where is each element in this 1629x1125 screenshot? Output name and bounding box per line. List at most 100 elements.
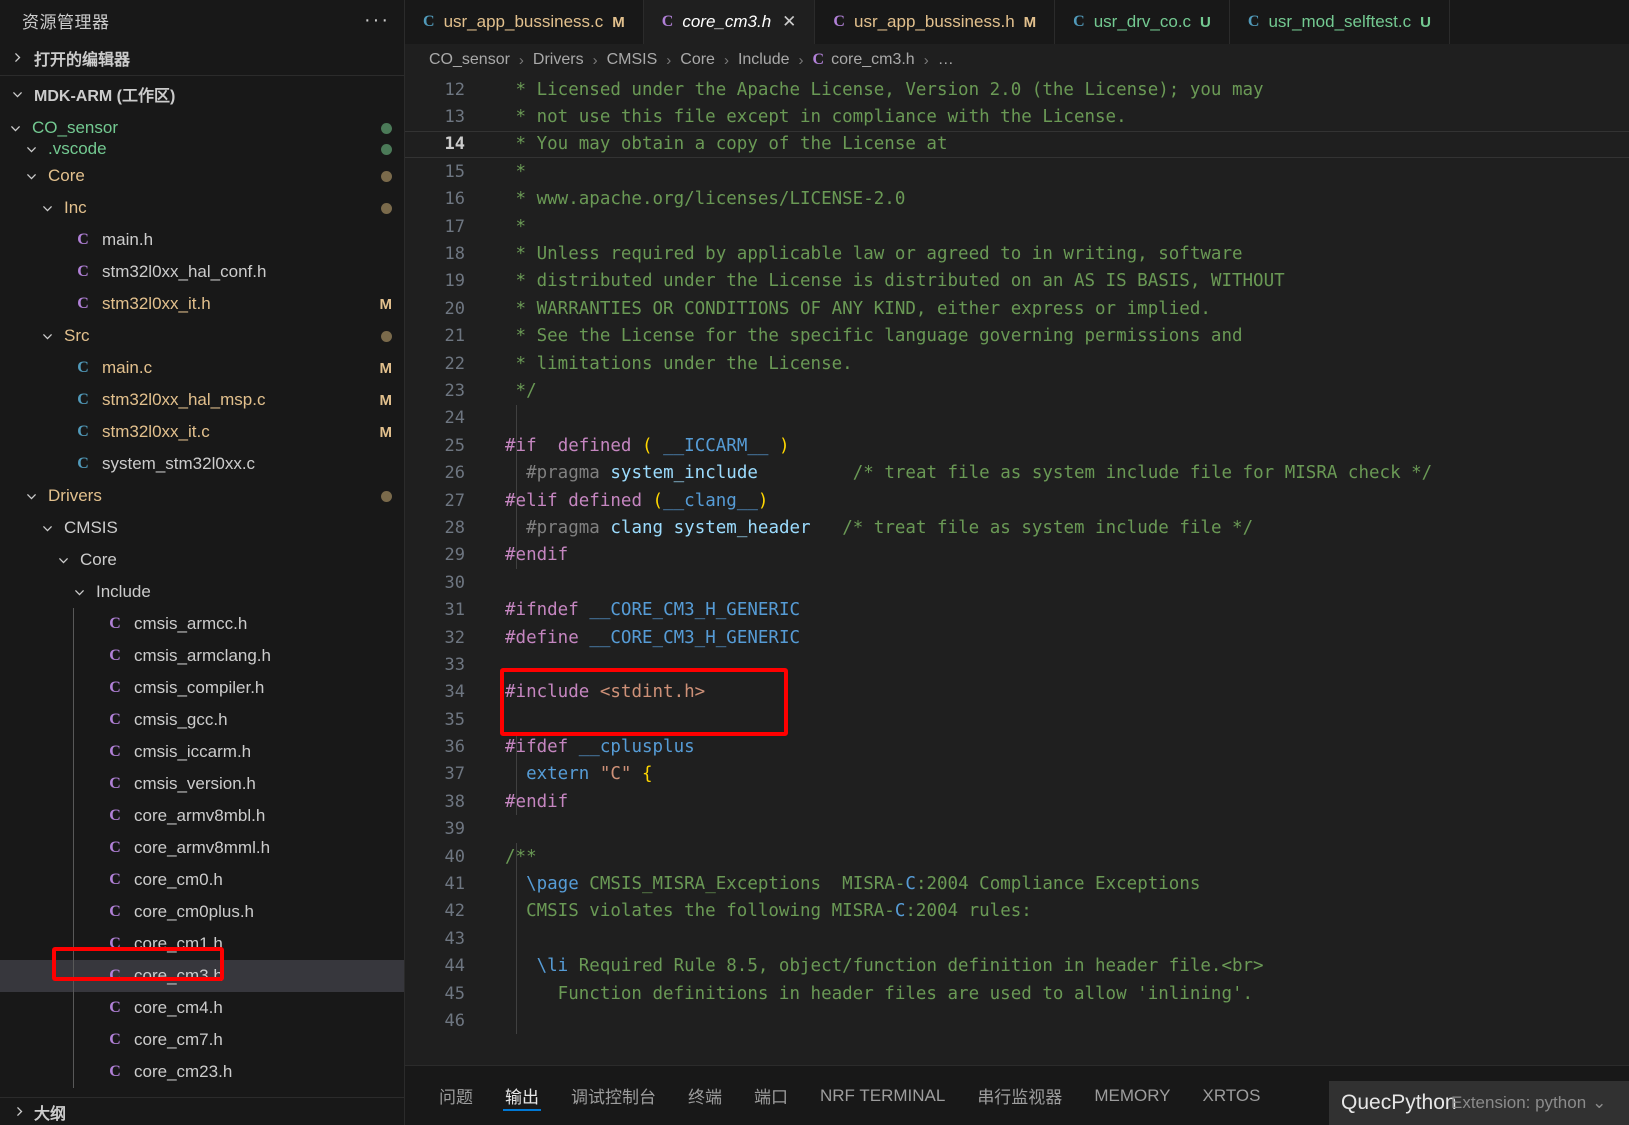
outline-section[interactable]: 大纲 [0, 1097, 404, 1125]
file-tree[interactable]: CO_sensor .vscode Core Inc Cmain.h Cstm32l0xx… [0, 112, 404, 1097]
bottom-panel: 问题 输出 调试控制台 终端 端口 NRF TERMINAL 串行监视器 MEMORY XRTO… [405, 1065, 1629, 1125]
panel-tab-list[interactable]: 问题 输出 调试控制台 终端 端口 NRF TERMINAL 串行监视器 MEMORY XRTO… [423, 1074, 1276, 1118]
tree-folder-inc[interactable]: Inc [0, 192, 404, 224]
c-file-icon: C [77, 359, 89, 376]
c-file-icon: C [109, 839, 121, 856]
panel-tab-[interactable]: 问题 [423, 1074, 489, 1118]
tree-item-label: .vscode [48, 139, 107, 158]
tab-label: usr_mod_selftest.c [1268, 12, 1412, 31]
tree-file-cmsis-gcc-h[interactable]: Ccmsis_gcc.h [0, 704, 404, 736]
line-number: 16 [444, 189, 465, 210]
panel-tab-[interactable]: 端口 [738, 1074, 804, 1118]
breadcrumb-ellipsis[interactable]: … [938, 51, 954, 69]
tree-file-system-stm32l0xx-c[interactable]: Csystem_stm32l0xx.c [0, 448, 404, 480]
breadcrumb-item[interactable]: Include [738, 51, 790, 69]
code-line: 45 Function definitions in header files … [405, 980, 1629, 1007]
tree-file-core-armv8mbl-h[interactable]: Ccore_armv8mbl.h [0, 800, 404, 832]
tree-file-main-c[interactable]: Cmain.c M [0, 352, 404, 384]
tree-folder-src[interactable]: Src [0, 320, 404, 352]
editor-tab-usr-app-bussiness-h[interactable]: Cusr_app_bussiness.h M [815, 0, 1056, 44]
code-editor[interactable]: 12 * Licensed under the Apache License, … [405, 76, 1629, 1065]
tree-file-core-cm3-h[interactable]: Ccore_cm3.h [0, 960, 404, 992]
line-text: CMSIS violates the following MISRA-C:200… [505, 901, 1032, 922]
tree-file-cmsis-armcc-h[interactable]: Ccmsis_armcc.h [0, 608, 404, 640]
tree-file-core-cm4-h[interactable]: Ccore_cm4.h [0, 992, 404, 1024]
chevron-down-icon[interactable] [38, 202, 56, 215]
tree-file-cmsis-version-h[interactable]: Ccmsis_version.h [0, 768, 404, 800]
tree-file-stm32l0xx-hal-msp-c[interactable]: Cstm32l0xx_hal_msp.c M [0, 384, 404, 416]
tree-file-main-h[interactable]: Cmain.h [0, 224, 404, 256]
chevron-down-icon[interactable] [38, 330, 56, 343]
tree-file-cmsis-armclang-h[interactable]: Ccmsis_armclang.h [0, 640, 404, 672]
code-line: 41 \page CMSIS_MISRA_Exceptions MISRA-C:… [405, 870, 1629, 897]
panel-tab-memory[interactable]: MEMORY [1078, 1074, 1186, 1118]
line-text: * Licensed under the Apache License, Ver… [505, 79, 1264, 100]
line-number: 18 [444, 244, 465, 265]
close-icon[interactable]: ✕ [782, 12, 796, 32]
tree-file-core-armv8mml-h[interactable]: Ccore_armv8mml.h [0, 832, 404, 864]
tree-item-label: main.c [102, 358, 153, 377]
panel-tab-[interactable]: 串行监视器 [961, 1074, 1078, 1118]
c-file-icon: C [109, 1031, 121, 1048]
breadcrumb-file[interactable]: core_cm3.h [831, 51, 915, 69]
open-editors-section[interactable]: 打开的编辑器 [0, 40, 404, 76]
breadcrumb-item[interactable]: Core [680, 51, 715, 69]
tree-file-cmsis-iccarm-h[interactable]: Ccmsis_iccarm.h [0, 736, 404, 768]
tree-folder--vscode[interactable]: .vscode [0, 138, 404, 160]
breadcrumb-separator-icon: › [923, 51, 929, 69]
chevron-down-icon[interactable] [38, 522, 56, 535]
breadcrumb[interactable]: CO_sensor › Drivers › CMSIS › Core › Include › Cco… [405, 44, 1629, 76]
chevron-down-icon[interactable] [22, 170, 40, 183]
chevron-down-icon[interactable] [22, 490, 40, 503]
editor-tab-usr-app-bussiness-c[interactable]: Cusr_app_bussiness.c M [405, 0, 644, 44]
breadcrumb-item[interactable]: CO_sensor [429, 51, 510, 69]
tree-item-label: Core [48, 166, 85, 185]
chevron-down-icon[interactable]: ⌄ [1592, 1093, 1606, 1113]
editor-tab-core-cm3-h[interactable]: Ccore_cm3.h ✕ [643, 0, 816, 44]
breadcrumb-item[interactable]: Drivers [533, 51, 584, 69]
tree-file-core-cm1-h[interactable]: Ccore_cm1.h [0, 928, 404, 960]
tree-file-core-cm7-h[interactable]: Ccore_cm7.h [0, 1024, 404, 1056]
chevron-down-icon[interactable] [6, 122, 24, 135]
line-text: #ifdef __cplusplus [505, 737, 695, 758]
line-text: #ifndef __CORE_CM3_H_GENERIC [505, 600, 801, 621]
code-line: 46 [405, 1007, 1629, 1034]
panel-tab-[interactable]: 输出 [489, 1074, 555, 1118]
panel-tab-xrtos[interactable]: XRTOS [1187, 1074, 1277, 1118]
tree-item-label: cmsis_gcc.h [134, 710, 228, 729]
tree-folder-drivers[interactable]: Drivers [0, 480, 404, 512]
tree-folder-core[interactable]: Core [0, 544, 404, 576]
tree-file-cmsis-compiler-h[interactable]: Ccmsis_compiler.h [0, 672, 404, 704]
tree-file-stm32l0xx-it-c[interactable]: Cstm32l0xx_it.c M [0, 416, 404, 448]
tree-folder-core[interactable]: Core [0, 160, 404, 192]
workspace-section[interactable]: MDK-ARM (工作区) [0, 76, 404, 112]
editor-tab-usr-drv-co-c[interactable]: Cusr_drv_co.c U [1055, 0, 1230, 44]
code-line: 42 CMSIS violates the following MISRA-C:… [405, 898, 1629, 925]
tree-folder-cmsis[interactable]: CMSIS [0, 512, 404, 544]
line-number: 34 [444, 682, 465, 703]
more-actions-icon[interactable]: ··· [364, 10, 390, 30]
c-file-icon: C [109, 775, 121, 792]
tree-folder-include[interactable]: Include [0, 576, 404, 608]
editor-tab-usr-mod-selftest-c[interactable]: Cusr_mod_selftest.c U [1229, 0, 1450, 44]
panel-overlay-dropdown[interactable]: QuecPython Extension: python ⌄ [1329, 1081, 1629, 1125]
chevron-down-icon[interactable] [22, 143, 40, 156]
tree-file-stm32l0xx-hal-conf-h[interactable]: Cstm32l0xx_hal_conf.h [0, 256, 404, 288]
tree-file-core-cm0-h[interactable]: Ccore_cm0.h [0, 864, 404, 896]
line-number: 38 [444, 791, 465, 812]
panel-tab-[interactable]: 终端 [672, 1074, 738, 1118]
tree-file-stm32l0xx-it-h[interactable]: Cstm32l0xx_it.h M [0, 288, 404, 320]
chevron-down-icon[interactable] [54, 554, 72, 567]
tree-item-label: CO_sensor [32, 118, 118, 137]
tree-file-core-cm0plus-h[interactable]: Ccore_cm0plus.h [0, 896, 404, 928]
breadcrumb-item[interactable]: CMSIS [607, 51, 658, 69]
editor-tab-bar[interactable]: Cusr_app_bussiness.c M Ccore_cm3.h ✕ Cusr_ap… [405, 0, 1629, 44]
chevron-down-icon[interactable] [70, 586, 88, 599]
line-text: #endif [505, 791, 569, 812]
line-number: 23 [444, 380, 465, 401]
panel-tab-nrfterminal[interactable]: NRF TERMINAL [804, 1074, 961, 1118]
panel-tab-[interactable]: 调试控制台 [555, 1074, 672, 1118]
code-content: 12 * Licensed under the Apache License, … [405, 76, 1629, 1065]
tree-file-core-cm23-h[interactable]: Ccore_cm23.h [0, 1056, 404, 1088]
c-file-icon: C [109, 679, 121, 696]
